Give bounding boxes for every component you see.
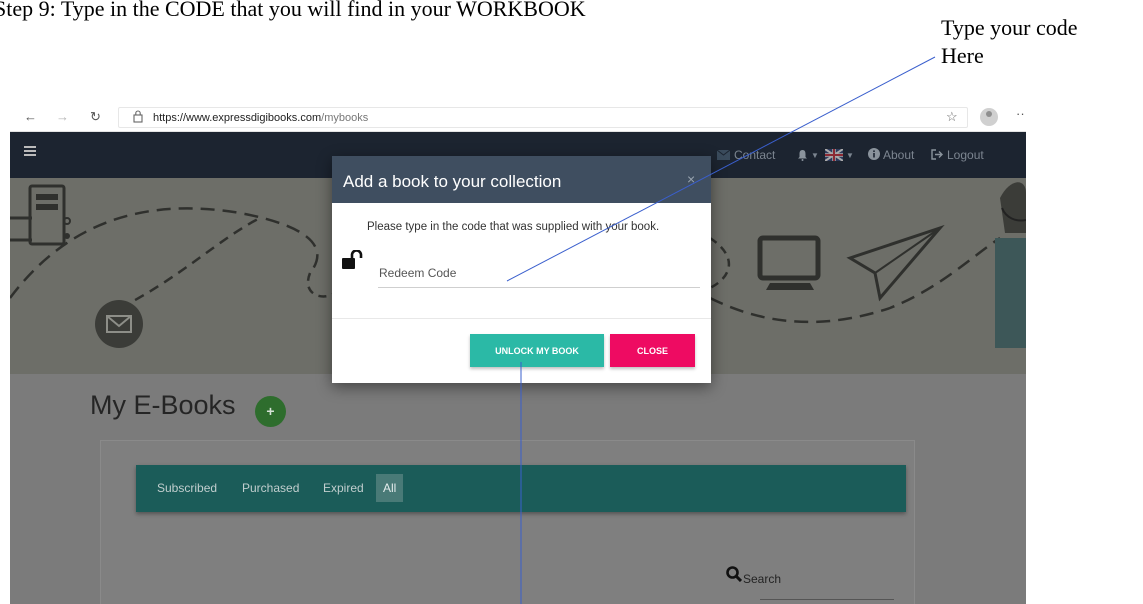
browser-toolbar: ← → ↻ https://www.expressdigibooks.com/m… <box>10 104 1026 132</box>
modal-divider <box>332 318 711 319</box>
profile-avatar-icon[interactable] <box>980 108 998 126</box>
page-title: My E-Books <box>90 390 236 420</box>
envelope-icon <box>717 150 730 160</box>
tab-purchased[interactable]: Purchased <box>242 481 299 495</box>
modal-title: Add a book to your collection <box>343 172 562 191</box>
redeem-code-input[interactable] <box>378 252 700 288</box>
add-book-button[interactable]: + <box>255 396 286 427</box>
tab-expired[interactable]: Expired <box>323 481 364 495</box>
refresh-icon[interactable]: ↻ <box>90 109 101 125</box>
logout-link[interactable]: Logout <box>947 148 984 162</box>
tab-subscribed[interactable]: Subscribed <box>157 481 217 495</box>
hamburger-menu-icon[interactable] <box>24 146 36 156</box>
favorite-icon[interactable]: ☆ <box>946 109 958 125</box>
search-input-underline[interactable] <box>760 599 894 600</box>
code-hint-annotation: Type your code Here <box>941 15 1078 68</box>
about-link[interactable]: About <box>883 148 914 162</box>
tab-all[interactable]: All <box>376 474 404 502</box>
step-annotation: Step 9: Type in the CODE that you will f… <box>0 0 586 21</box>
close-button[interactable]: CLOSE <box>610 334 695 367</box>
main-content: My E-Books + Subscribed Purchased Expire… <box>10 374 1026 604</box>
logout-icon <box>931 149 943 160</box>
url-host: https://www.expressdigibooks.com <box>153 112 322 124</box>
book-filter-tabs: Subscribed Purchased Expired All <box>136 465 906 512</box>
unlock-my-book-button[interactable]: UNLOCK MY BOOK <box>470 334 604 367</box>
lock-icon <box>133 110 143 123</box>
unlock-icon <box>342 250 363 269</box>
chevron-down-icon[interactable]: ▼ <box>846 151 854 160</box>
back-icon[interactable]: ← <box>24 109 37 124</box>
info-icon <box>868 148 880 160</box>
contact-link[interactable]: Contact <box>734 148 775 162</box>
url-text: https://www.expressdigibooks.com/mybooks <box>153 112 368 124</box>
more-icon[interactable]: ··· <box>1016 106 1026 121</box>
close-icon[interactable]: × <box>687 171 695 187</box>
forward-icon[interactable]: → <box>56 109 69 124</box>
chevron-down-icon[interactable]: ▼ <box>811 151 819 160</box>
url-path: /mybooks <box>321 112 369 124</box>
modal-header: Add a book to your collection × <box>332 156 711 203</box>
search-label: Search <box>743 572 782 586</box>
bell-icon[interactable] <box>797 149 808 161</box>
add-book-modal: Add a book to your collection × Please t… <box>332 156 711 383</box>
address-bar[interactable]: https://www.expressdigibooks.com/mybooks <box>118 107 968 128</box>
search-icon <box>726 566 742 582</box>
uk-flag-icon[interactable] <box>825 149 843 161</box>
modal-instruction: Please type in the code that was supplie… <box>367 221 660 233</box>
browser-screenshot: ← → ↻ https://www.expressdigibooks.com/m… <box>10 104 1026 604</box>
